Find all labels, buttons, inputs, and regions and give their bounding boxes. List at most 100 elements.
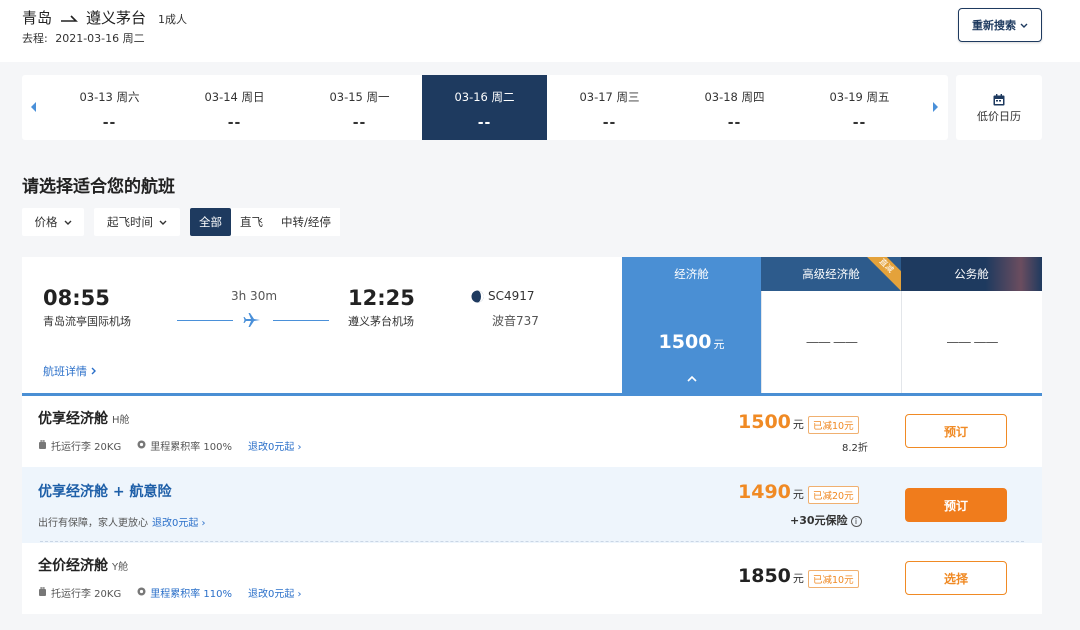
discount-badge: 已减20元 xyxy=(808,486,859,504)
tab-business[interactable]: 公务舱 xyxy=(901,257,1042,291)
date-label: 03-13 周六 xyxy=(79,90,140,104)
refund-change-link[interactable]: 退改0元起 › xyxy=(152,514,206,529)
fare-row: 优享经济舱 H舱 托运行李 20KG 里程累积率 100% 退改0元起 › 150… xyxy=(22,396,1042,467)
trip-date: 2021-03-16 周二 xyxy=(55,32,145,45)
arrival-airport: 遵义茅台机场 xyxy=(348,315,414,328)
date-selector: 03-13 周六 -- 03-14 周日 -- 03-15 周一 -- 03-1… xyxy=(22,75,948,140)
fare-price: 1850 元 xyxy=(738,565,804,587)
discount-corner-badge: 直减 xyxy=(860,257,901,291)
airline-info: SC4917 xyxy=(471,289,535,303)
departure-time-label: 起飞时间 xyxy=(107,215,153,229)
next-dates-icon[interactable] xyxy=(932,102,938,115)
fare-details: 托运行李 20KG 里程累积率 110% 退改0元起 › xyxy=(38,585,302,600)
fare-name: 优享经济舱 H舱 xyxy=(38,411,130,427)
discount-badge: 已减10元 xyxy=(808,416,859,434)
trip-date-line: 去程: 2021-03-16 周二 xyxy=(22,30,145,46)
price-sort-dropdown[interactable]: 价格 xyxy=(22,208,84,236)
tab-premium-economy[interactable]: 高级经济舱 直减 xyxy=(761,257,901,291)
luggage-icon xyxy=(38,586,47,599)
select-button[interactable]: 选择 xyxy=(905,561,1007,595)
plane-icon xyxy=(243,312,261,328)
cabin-class-code: Y舱 xyxy=(112,562,129,573)
currency-unit: 元 xyxy=(713,338,725,351)
flight-details-link[interactable]: 航班详情 xyxy=(43,363,97,379)
premium-economy-label: 高级经济舱 xyxy=(802,267,860,281)
filter-direct[interactable]: 直飞 xyxy=(231,208,272,236)
business-price-empty: —— —— xyxy=(901,291,1042,393)
fare-name: 全价经济舱 Y舱 xyxy=(38,558,129,574)
date-option-selected[interactable]: 03-16 周二 -- xyxy=(422,75,547,140)
section-title: 请选择适合您的航班 xyxy=(22,177,175,197)
divider xyxy=(40,541,1024,542)
date-option[interactable]: 03-13 周六 -- xyxy=(47,75,172,140)
mileage-rate[interactable]: 里程累积率 110% xyxy=(150,585,232,600)
date-label: 03-18 周四 xyxy=(704,90,765,104)
date-option[interactable]: 03-19 周五 -- xyxy=(797,75,922,140)
date-label: 03-14 周日 xyxy=(204,90,265,104)
flight-details-label: 航班详情 xyxy=(43,365,87,378)
flight-number: SC4917 xyxy=(488,289,535,303)
baggage-allowance: 托运行李 20KG xyxy=(51,589,122,600)
refund-change-link[interactable]: 退改0元起 › xyxy=(248,585,302,600)
date-price: -- xyxy=(602,115,617,131)
book-button[interactable]: 预订 xyxy=(905,488,1007,522)
date-price: -- xyxy=(477,115,492,131)
tab-economy[interactable]: 经济舱 xyxy=(622,257,761,291)
fare-details: 出行有保障，家人更放心 退改0元起 › xyxy=(38,514,206,529)
discount-rate: 8.2折 xyxy=(842,443,868,454)
date-label: 03-19 周五 xyxy=(829,90,890,104)
insurance-note: +30元保险 i xyxy=(790,512,862,528)
fare-row: 全价经济舱 Y舱 托运行李 20KG 里程累积率 110% 退改0元起 › 185… xyxy=(22,543,1042,614)
date-label: 03-17 周三 xyxy=(579,90,640,104)
fare-price: 1490 元 xyxy=(738,481,804,503)
info-icon[interactable]: i xyxy=(850,516,862,527)
fare-name: 优享经济舱 + 航意险 xyxy=(38,484,172,500)
mileage-rate: 里程累积率 100% xyxy=(150,442,232,453)
fare-details: 托运行李 20KG 里程累积率 100% 退改0元起 › xyxy=(38,438,302,453)
low-price-calendar-button[interactable]: 低价日历 xyxy=(956,75,1042,140)
chevron-down-icon xyxy=(159,215,167,229)
book-button[interactable]: 预订 xyxy=(905,414,1007,448)
cabin-class-code: H舱 xyxy=(112,415,130,426)
date-price: -- xyxy=(852,115,867,131)
departure-time-dropdown[interactable]: 起飞时间 xyxy=(94,208,180,236)
date-option[interactable]: 03-15 周一 -- xyxy=(297,75,422,140)
premium-economy-price-empty: —— —— xyxy=(761,291,901,393)
baggage-allowance: 托运行李 20KG xyxy=(51,442,122,453)
filter-all[interactable]: 全部 xyxy=(190,208,231,236)
departure-time: 08:55 xyxy=(43,286,110,310)
prev-dates-icon[interactable] xyxy=(31,102,37,115)
destination-city: 遵义茅台 xyxy=(86,9,147,27)
arrival-time: 12:25 xyxy=(348,286,415,310)
economy-price-cell[interactable]: 1500 元 xyxy=(622,291,761,393)
calendar-label: 低价日历 xyxy=(977,110,1021,123)
date-price: -- xyxy=(227,115,242,131)
filter-transfer[interactable]: 中转/经停 xyxy=(272,208,340,236)
aircraft-type: 波音737 xyxy=(492,314,539,328)
fare-price: 1500 元 xyxy=(738,411,804,433)
refund-change-link[interactable]: 退改0元起 › xyxy=(248,438,302,453)
discount-badge: 已减10元 xyxy=(808,570,859,588)
chevron-down-icon xyxy=(64,215,72,229)
date-price: -- xyxy=(102,115,117,131)
passenger-count: 1成人 xyxy=(158,13,188,26)
flight-path-line xyxy=(177,313,329,327)
origin-city: 青岛 xyxy=(22,9,53,27)
chevron-down-icon xyxy=(1020,19,1028,32)
trip-label: 去程: xyxy=(22,32,48,45)
date-option[interactable]: 03-14 周日 -- xyxy=(172,75,297,140)
date-option[interactable]: 03-17 周三 -- xyxy=(547,75,672,140)
mileage-icon xyxy=(137,587,146,599)
insurance-tagline: 出行有保障，家人更放心 xyxy=(38,518,148,529)
search-header: 青岛 遵义茅台 1成人 去程: 2021-03-16 周二 重新搜索 xyxy=(0,0,1080,62)
date-option[interactable]: 03-18 周四 -- xyxy=(672,75,797,140)
flight-card: 08:55 青岛流亭国际机场 3h 30m 12:25 遵义茅台机场 SC491… xyxy=(22,257,1042,614)
chevron-right-icon xyxy=(91,365,97,378)
price-sort-label: 价格 xyxy=(34,215,58,229)
fare-row-insurance: 优享经济舱 + 航意险 出行有保障，家人更放心 退改0元起 › 1490 元 已减… xyxy=(22,467,1042,543)
research-button[interactable]: 重新搜索 xyxy=(958,8,1042,42)
economy-lowest-price: 1500 xyxy=(658,331,712,353)
date-price: -- xyxy=(352,115,367,131)
date-price: -- xyxy=(727,115,742,131)
mileage-icon xyxy=(137,440,146,452)
